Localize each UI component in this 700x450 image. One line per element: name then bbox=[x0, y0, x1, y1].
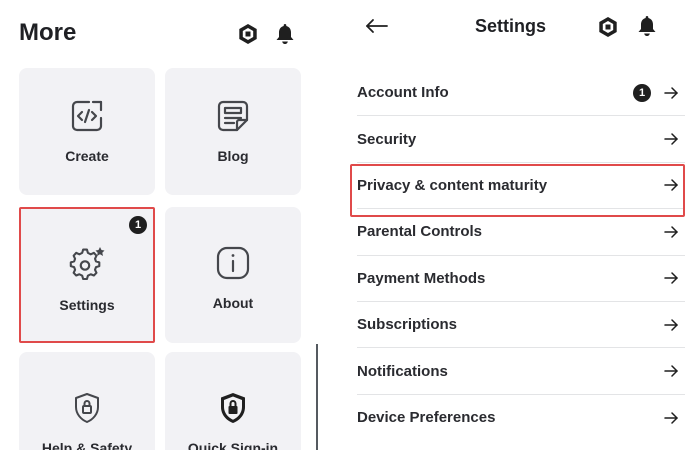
settings-item-label: Parental Controls bbox=[357, 223, 483, 241]
settings-item-label: Notifications bbox=[357, 362, 448, 380]
settings-item-label: Payment Methods bbox=[357, 269, 486, 287]
tile-label: Settings bbox=[59, 297, 115, 313]
tile-label: Help & Safety bbox=[41, 440, 133, 450]
more-panel: More Create Blog 1 Settings About Help &… bbox=[0, 0, 318, 450]
arrow-right-icon bbox=[663, 177, 679, 193]
robux-icon[interactable] bbox=[236, 22, 260, 46]
settings-item-label: Privacy & content maturity bbox=[357, 176, 548, 194]
settings-item-label: Security bbox=[357, 130, 417, 148]
notification-badge: 1 bbox=[129, 216, 147, 234]
arrow-right-icon bbox=[663, 410, 679, 426]
bell-icon[interactable] bbox=[635, 14, 659, 38]
row-trailing bbox=[663, 209, 679, 254]
robux-icon[interactable] bbox=[596, 15, 620, 39]
settings-list: Account Info 1 Security Privacy & conten… bbox=[350, 70, 685, 441]
tile-label: Create bbox=[65, 148, 109, 164]
shield-lock-filled-icon bbox=[213, 388, 253, 428]
tile-blog[interactable]: Blog bbox=[165, 68, 301, 195]
notification-badge: 1 bbox=[633, 83, 651, 102]
arrow-right-icon bbox=[663, 131, 679, 147]
settings-item-payment-methods[interactable]: Payment Methods bbox=[357, 256, 685, 302]
info-icon bbox=[213, 243, 253, 283]
row-trailing bbox=[663, 163, 679, 208]
arrow-right-icon bbox=[663, 224, 679, 240]
settings-item-label: Account Info bbox=[357, 84, 449, 102]
tile-create[interactable]: Create bbox=[19, 68, 155, 195]
settings-item-security[interactable]: Security bbox=[357, 116, 685, 163]
row-trailing: 1 bbox=[633, 70, 679, 115]
page-title: More bbox=[19, 19, 77, 46]
settings-item-device-preferences[interactable]: Device Preferences bbox=[357, 395, 685, 441]
settings-item-notifications[interactable]: Notifications bbox=[357, 348, 685, 395]
tile-settings[interactable]: 1 Settings bbox=[19, 207, 155, 343]
arrow-right-icon bbox=[663, 317, 679, 333]
scrollbar[interactable] bbox=[316, 344, 318, 450]
tile-label: About bbox=[212, 295, 254, 311]
shield-lock-icon bbox=[67, 388, 107, 428]
settings-item-label: Subscriptions bbox=[357, 316, 458, 334]
gear-icon bbox=[67, 245, 107, 285]
arrow-right-icon bbox=[663, 363, 679, 379]
settings-item-subscriptions[interactable]: Subscriptions bbox=[357, 302, 685, 349]
page-title: Settings bbox=[475, 16, 547, 36]
tile-help-safety[interactable]: Help & Safety bbox=[19, 352, 155, 450]
tile-label: Blog bbox=[217, 148, 249, 164]
row-trailing bbox=[663, 256, 679, 301]
tile-about[interactable]: About bbox=[165, 207, 301, 343]
settings-item-privacy[interactable]: Privacy & content maturity bbox=[350, 163, 685, 217]
row-trailing bbox=[663, 302, 679, 347]
bell-icon[interactable] bbox=[273, 22, 297, 46]
arrow-right-icon bbox=[663, 85, 679, 101]
settings-item-parental-controls[interactable]: Parental Controls bbox=[357, 209, 685, 256]
row-trailing bbox=[663, 116, 679, 161]
tile-quick-sign-in[interactable]: Quick Sign-in bbox=[165, 352, 301, 450]
row-trailing bbox=[663, 395, 679, 441]
blog-icon bbox=[213, 96, 253, 136]
code-icon bbox=[67, 96, 107, 136]
tile-label: Quick Sign-in bbox=[187, 440, 279, 450]
back-arrow-icon[interactable] bbox=[364, 14, 390, 38]
settings-item-label: Device Preferences bbox=[357, 409, 496, 427]
arrow-right-icon bbox=[663, 270, 679, 286]
settings-panel: Settings Account Info 1 Security Privacy… bbox=[340, 0, 700, 450]
settings-item-account-info[interactable]: Account Info 1 bbox=[357, 70, 685, 117]
row-trailing bbox=[663, 348, 679, 393]
